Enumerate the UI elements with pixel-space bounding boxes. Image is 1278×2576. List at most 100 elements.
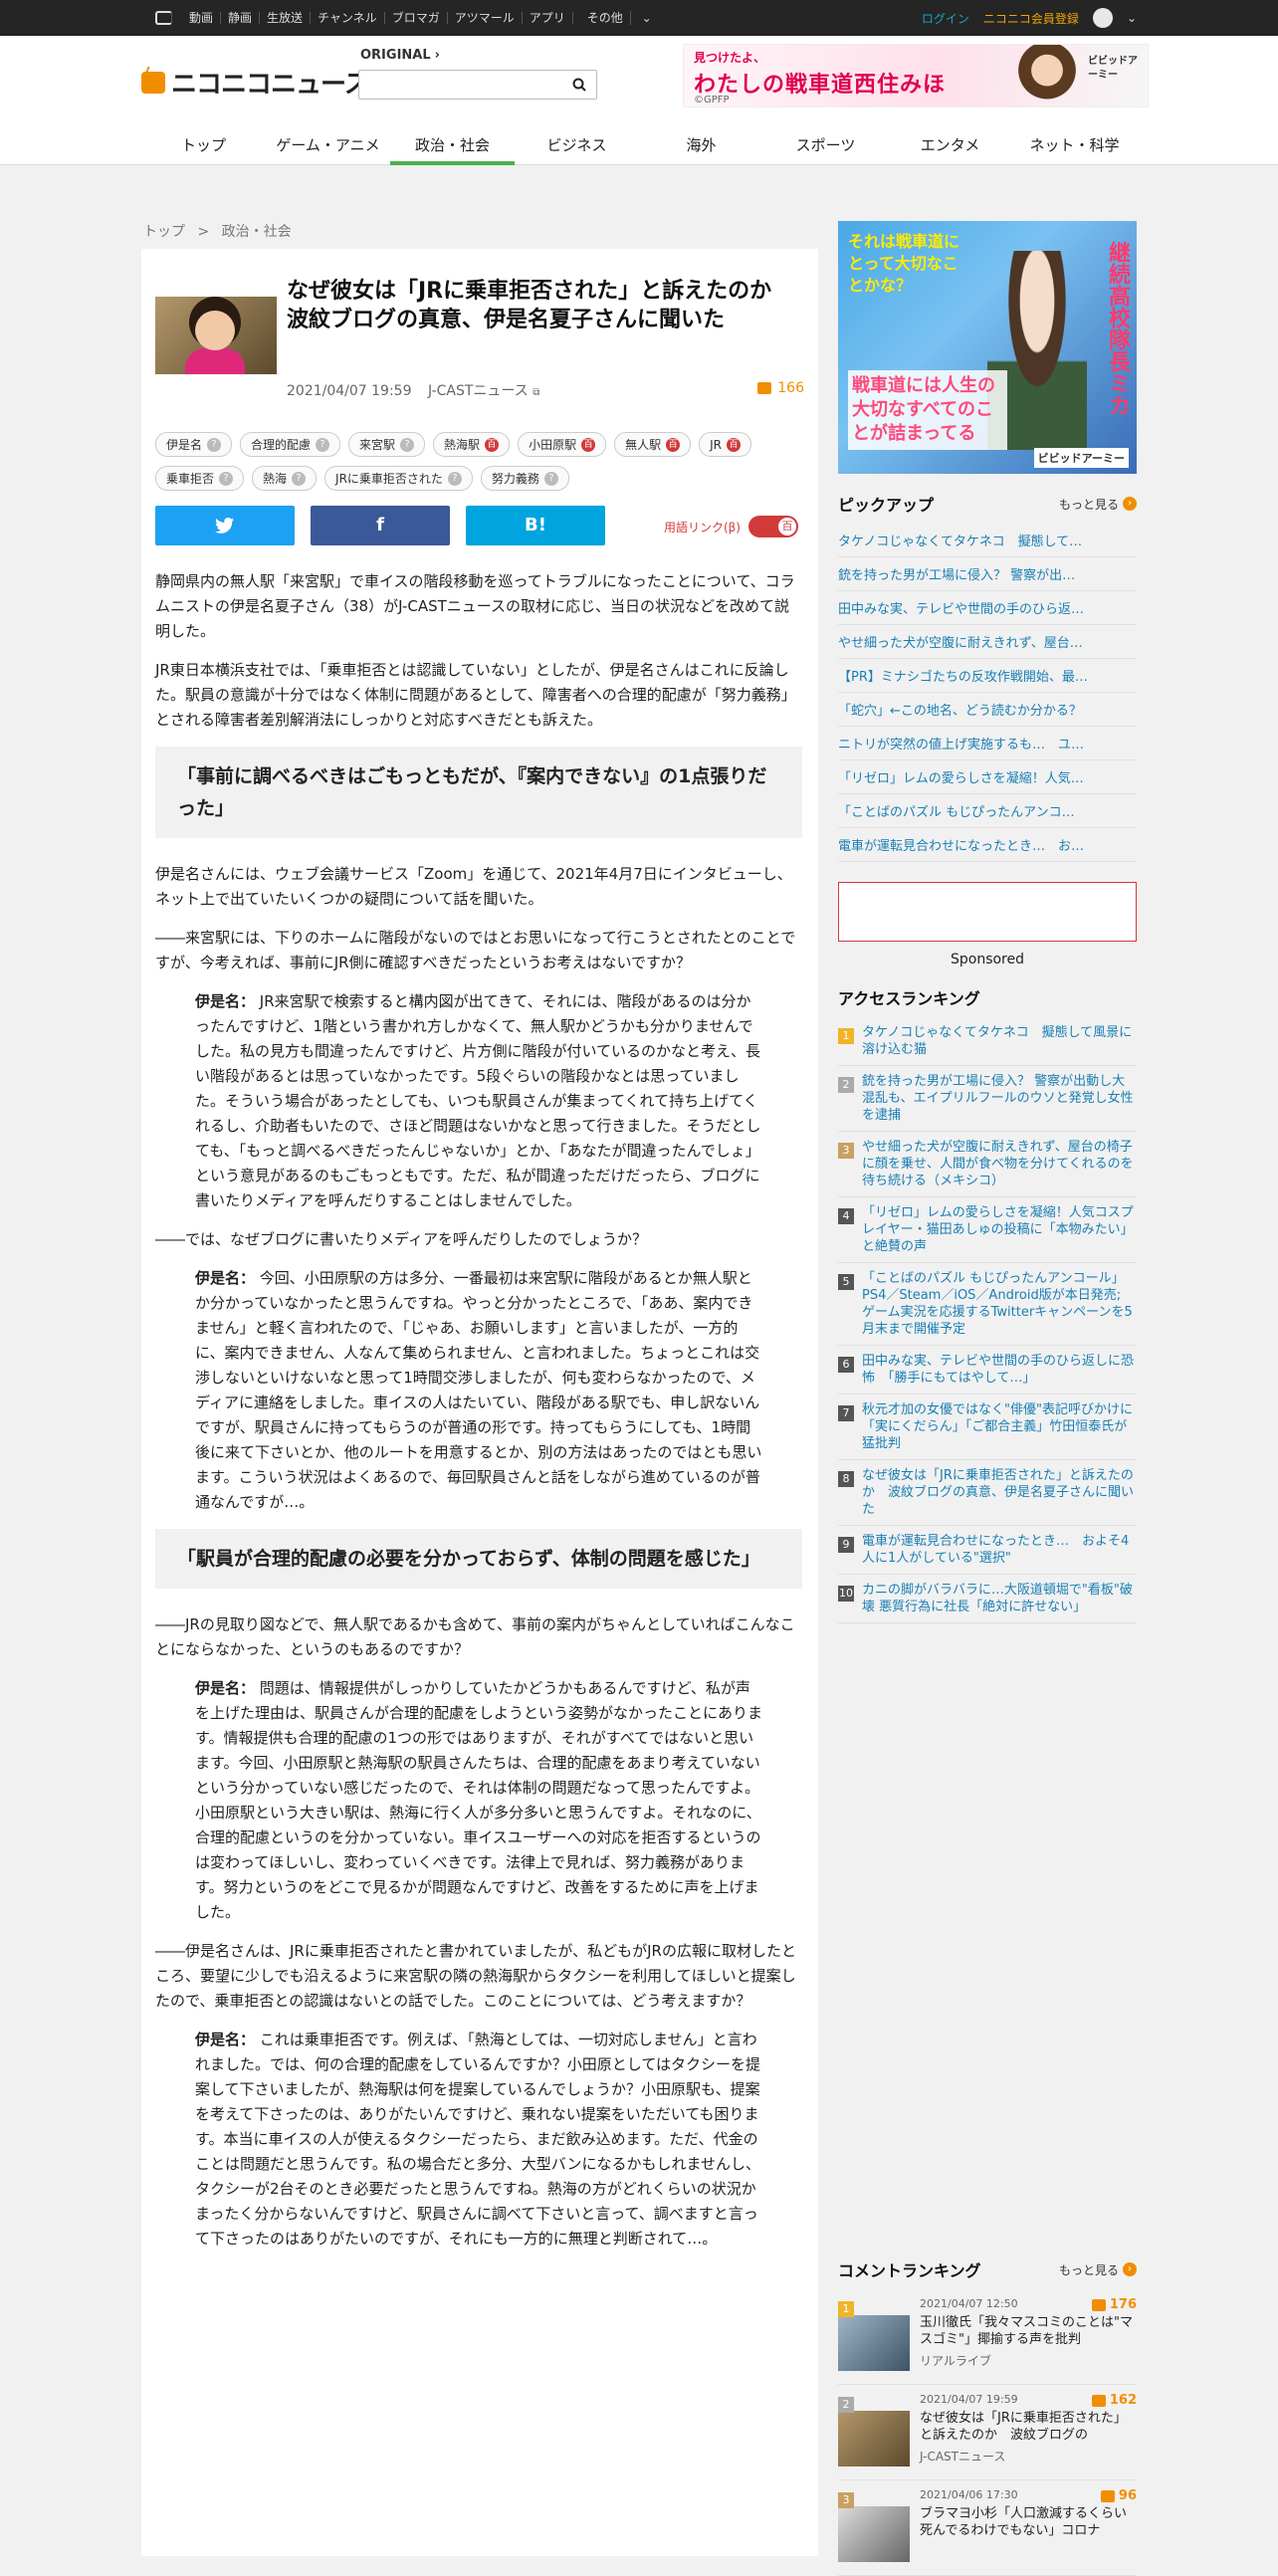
ranking-item[interactable]: 2 銃を持った男が工場に侵入？ 警察が出動し大混乱も、エイプリルフールのウソと発覚…: [838, 1066, 1137, 1132]
header-ad-banner[interactable]: 見つけたよ、 わたしの戦車道西住みほ ©GPFP ビビッドアーミー: [683, 44, 1149, 107]
login-link[interactable]: ログイン: [922, 10, 969, 27]
site-logo[interactable]: ニコニコニュース: [141, 64, 370, 101]
dictionary-icon[interactable]: 百: [485, 437, 500, 452]
comment-ranking-more-link[interactable]: もっと見る ›: [1059, 2261, 1137, 2278]
tag-item[interactable]: 伊是名?: [155, 432, 233, 457]
article-thumbnail: [155, 297, 277, 374]
nav-live[interactable]: 生放送: [260, 12, 312, 24]
ranking-item[interactable]: 5 「ことばのパズル もじぴったんアンコール」PS4／Steam／iOS／Andr…: [838, 1263, 1137, 1346]
nav-tab-top[interactable]: トップ: [141, 125, 266, 165]
tag-item[interactable]: JRに乗車拒否された?: [324, 466, 473, 491]
tag-item[interactable]: 無人駅百: [614, 432, 692, 457]
hatena-bookmark-button[interactable]: B!: [466, 506, 605, 545]
ranking-item[interactable]: 4 「リゼロ」レムの愛らしさを凝縮！人気コスプレイヤー・猫田あしゅの投稿に「本物み…: [838, 1197, 1137, 1263]
chevron-down-icon[interactable]: ⌄: [1127, 11, 1137, 25]
tag-item[interactable]: 合理的配慮?: [240, 432, 341, 457]
comment-ranking-item[interactable]: 3 2021/04/06 17:30 96 ブラマヨ小杉「人口激減するくらい死んでるわ…: [838, 2480, 1137, 2576]
comment-count[interactable]: 166: [757, 380, 804, 396]
nav-tab-entertainment[interactable]: エンタメ: [888, 125, 1012, 165]
question-icon[interactable]: ?: [316, 437, 330, 452]
question-icon[interactable]: ?: [543, 471, 558, 486]
tag-item[interactable]: JR 百: [699, 432, 751, 457]
breadcrumb-home[interactable]: トップ: [143, 224, 185, 240]
nav-other[interactable]: その他 ⌄: [573, 11, 666, 25]
tag-item[interactable]: 来宮駅?: [348, 432, 426, 457]
search-input[interactable]: [358, 70, 597, 100]
ranking-item[interactable]: 6 田中みな実、テレビや世間の手のひら返しに恐怖 「勝手にもてはやして…」: [838, 1346, 1137, 1395]
nav-video[interactable]: 動画: [182, 12, 222, 24]
comment-ranking-count-value: 176: [1109, 2297, 1137, 2312]
nav-app[interactable]: アプリ: [523, 12, 573, 24]
pickup-item[interactable]: 田中みな実、テレビや世間の手のひら返…: [838, 591, 1137, 625]
comment-ranking-count-value: 162: [1109, 2393, 1137, 2408]
nav-tab-game-anime[interactable]: ゲーム・アニメ: [266, 125, 390, 165]
pickup-item[interactable]: 電車が運転見合わせになったとき… お…: [838, 828, 1137, 862]
question-icon[interactable]: ?: [447, 471, 462, 486]
facebook-share-button[interactable]: f: [311, 506, 450, 545]
comment-ranking-title: なぜ彼女は「JRに乗車拒否された」と訴えたのか 波紋ブログの: [920, 2411, 1127, 2443]
nav-tab-business[interactable]: ビジネス: [515, 125, 639, 165]
question-icon[interactable]: ?: [207, 437, 222, 452]
question-icon[interactable]: ?: [400, 437, 415, 452]
nav-tab-sports[interactable]: スポーツ: [763, 125, 888, 165]
pickup-item[interactable]: ニトリが突然の値上げ実施するも… ユ…: [838, 727, 1137, 760]
pickup-item[interactable]: タケノコじゃなくてタケネコ 擬態して…: [838, 524, 1137, 557]
term-link-switch[interactable]: [748, 516, 798, 537]
tag-item[interactable]: 熱海?: [252, 466, 318, 491]
nav-channel[interactable]: チャンネル: [311, 12, 385, 24]
comment-ranking-item[interactable]: 1 2021/04/07 12:50 176 玉川徹氏「我々マスコミのことは"マスゴミ…: [838, 2289, 1137, 2385]
register-link[interactable]: ニコニコ会員登録: [983, 10, 1079, 27]
pickup-item[interactable]: 【PR】ミナシゴたちの反攻作戦開始、最…: [838, 659, 1137, 693]
pickup-item[interactable]: 銃を持った男が工場に侵入？ 警察が出…: [838, 557, 1137, 591]
ranking-item[interactable]: 3 やせ細った犬が空腹に耐えきれず、屋台の椅子に顔を乗せ、人間が食べ物を分けてくれ…: [838, 1132, 1137, 1197]
ranking-item[interactable]: 1 タケノコじゃなくてタケネコ 擬態して風景に溶け込む猫: [838, 1017, 1137, 1066]
original-link[interactable]: ORIGINAL ›: [360, 48, 440, 63]
twitter-icon: [215, 518, 234, 534]
ranking-title: 「リゼロ」レムの愛らしさを凝縮！人気コスプレイヤー・猫田あしゅの投稿に「本物みた…: [862, 1205, 1134, 1254]
nav-atsumaru[interactable]: アツマール: [448, 12, 523, 24]
tag-item[interactable]: 小田原駅百: [518, 432, 607, 457]
comment-ranking-item[interactable]: 2 2021/04/07 19:59 162 なぜ彼女は「JRに乗車拒否された」と訴え…: [838, 2385, 1137, 2480]
pickup-item[interactable]: 「リゼロ」レムの愛らしさを凝縮！人気…: [838, 760, 1137, 794]
pickup-item[interactable]: やせ細った犬が空腹に耐えきれず、屋台…: [838, 625, 1137, 659]
ranking-item[interactable]: 8 なぜ彼女は「JRに乗車拒否された」と訴えたのか 波紋ブログの真意、伊是名夏子さ…: [838, 1460, 1137, 1526]
nav-tab-overseas[interactable]: 海外: [639, 125, 763, 165]
ranking-title: 電車が運転見合わせになったとき… およそ4人に1人がしている"選択": [862, 1534, 1130, 1566]
dictionary-icon[interactable]: 百: [666, 437, 681, 452]
sponsored-ad-slot[interactable]: [838, 882, 1137, 942]
ranking-item[interactable]: 7 秋元才加の女優ではなく"俳優"表記呼びかけに「実にくだらん」「ご都合主義」竹田…: [838, 1395, 1137, 1460]
ranking-item[interactable]: 9 電車が運転見合わせになったとき… およそ4人に1人がしている"選択": [838, 1526, 1137, 1575]
search-icon[interactable]: [572, 78, 586, 92]
comment-ranking-source: J-CASTニュース: [920, 2450, 1006, 2464]
nav-seiga[interactable]: 静画: [221, 12, 261, 24]
dictionary-icon[interactable]: 百: [726, 437, 741, 452]
chevron-right-icon: ›: [434, 48, 440, 63]
comment-ranking-title: 玉川徹氏「我々マスコミのことは"マスゴミ"」揶揄する声を批判: [920, 2315, 1133, 2347]
pickup-item[interactable]: 「ことばのパズル もじぴったんアンコ…: [838, 794, 1137, 828]
tag-item[interactable]: 乗車拒否?: [155, 466, 245, 491]
pickup-more-link[interactable]: もっと見る ›: [1059, 496, 1137, 513]
sidebar-ad-banner[interactable]: それは戦車道にとって大切なことかな？ 継続高校隊長ミカ 戦車道には人生の大切なす…: [838, 221, 1137, 474]
ranking-title: カニの脚がバラバラに…大阪道頓堀で"看板"破壊 悪質行為に社長「絶対に許せない」: [862, 1583, 1133, 1614]
question-icon[interactable]: ?: [219, 471, 234, 486]
pickup-item[interactable]: 「蛇穴」←この地名、どう読むか分かる？: [838, 693, 1137, 727]
tag-item[interactable]: 熱海駅百: [433, 432, 511, 457]
rank-number: 5: [838, 1274, 854, 1290]
twitter-share-button[interactable]: [155, 506, 295, 545]
nav-blomaga[interactable]: ブロマガ: [385, 12, 448, 24]
article-source[interactable]: J-CASTニュース: [428, 383, 529, 399]
niconico-tv-icon[interactable]: [155, 11, 172, 25]
ranking-item[interactable]: 10 カニの脚がバラバラに…大阪道頓堀で"看板"破壊 悪質行為に社長「絶対に許せな…: [838, 1575, 1137, 1623]
answer-text: これは乗車拒否です。例えば、「熱海としては、一切対応しません」と言われました。で…: [195, 2031, 761, 2248]
term-link-toggle[interactable]: 用語リンク(β): [664, 516, 798, 537]
dictionary-icon[interactable]: 百: [581, 437, 596, 452]
tag-item[interactable]: 努力義務?: [480, 466, 569, 491]
question-icon[interactable]: ?: [292, 471, 307, 486]
site-header: ニコニコニュース ORIGINAL › 見つけたよ、 わたしの戦車道西住みほ ©…: [0, 36, 1278, 165]
nav-tab-net-science[interactable]: ネット・科学: [1012, 125, 1137, 165]
avatar[interactable]: [1092, 8, 1113, 28]
nav-tab-politics[interactable]: 政治・社会: [390, 125, 515, 165]
article-title: なぜ彼女は「JRに乗車拒否された」と訴えたのか 波紋ブログの真意、伊是名夏子さん…: [287, 279, 794, 332]
tag-label: 伊是名: [166, 438, 203, 452]
breadcrumb-current[interactable]: 政治・社会: [222, 224, 292, 240]
